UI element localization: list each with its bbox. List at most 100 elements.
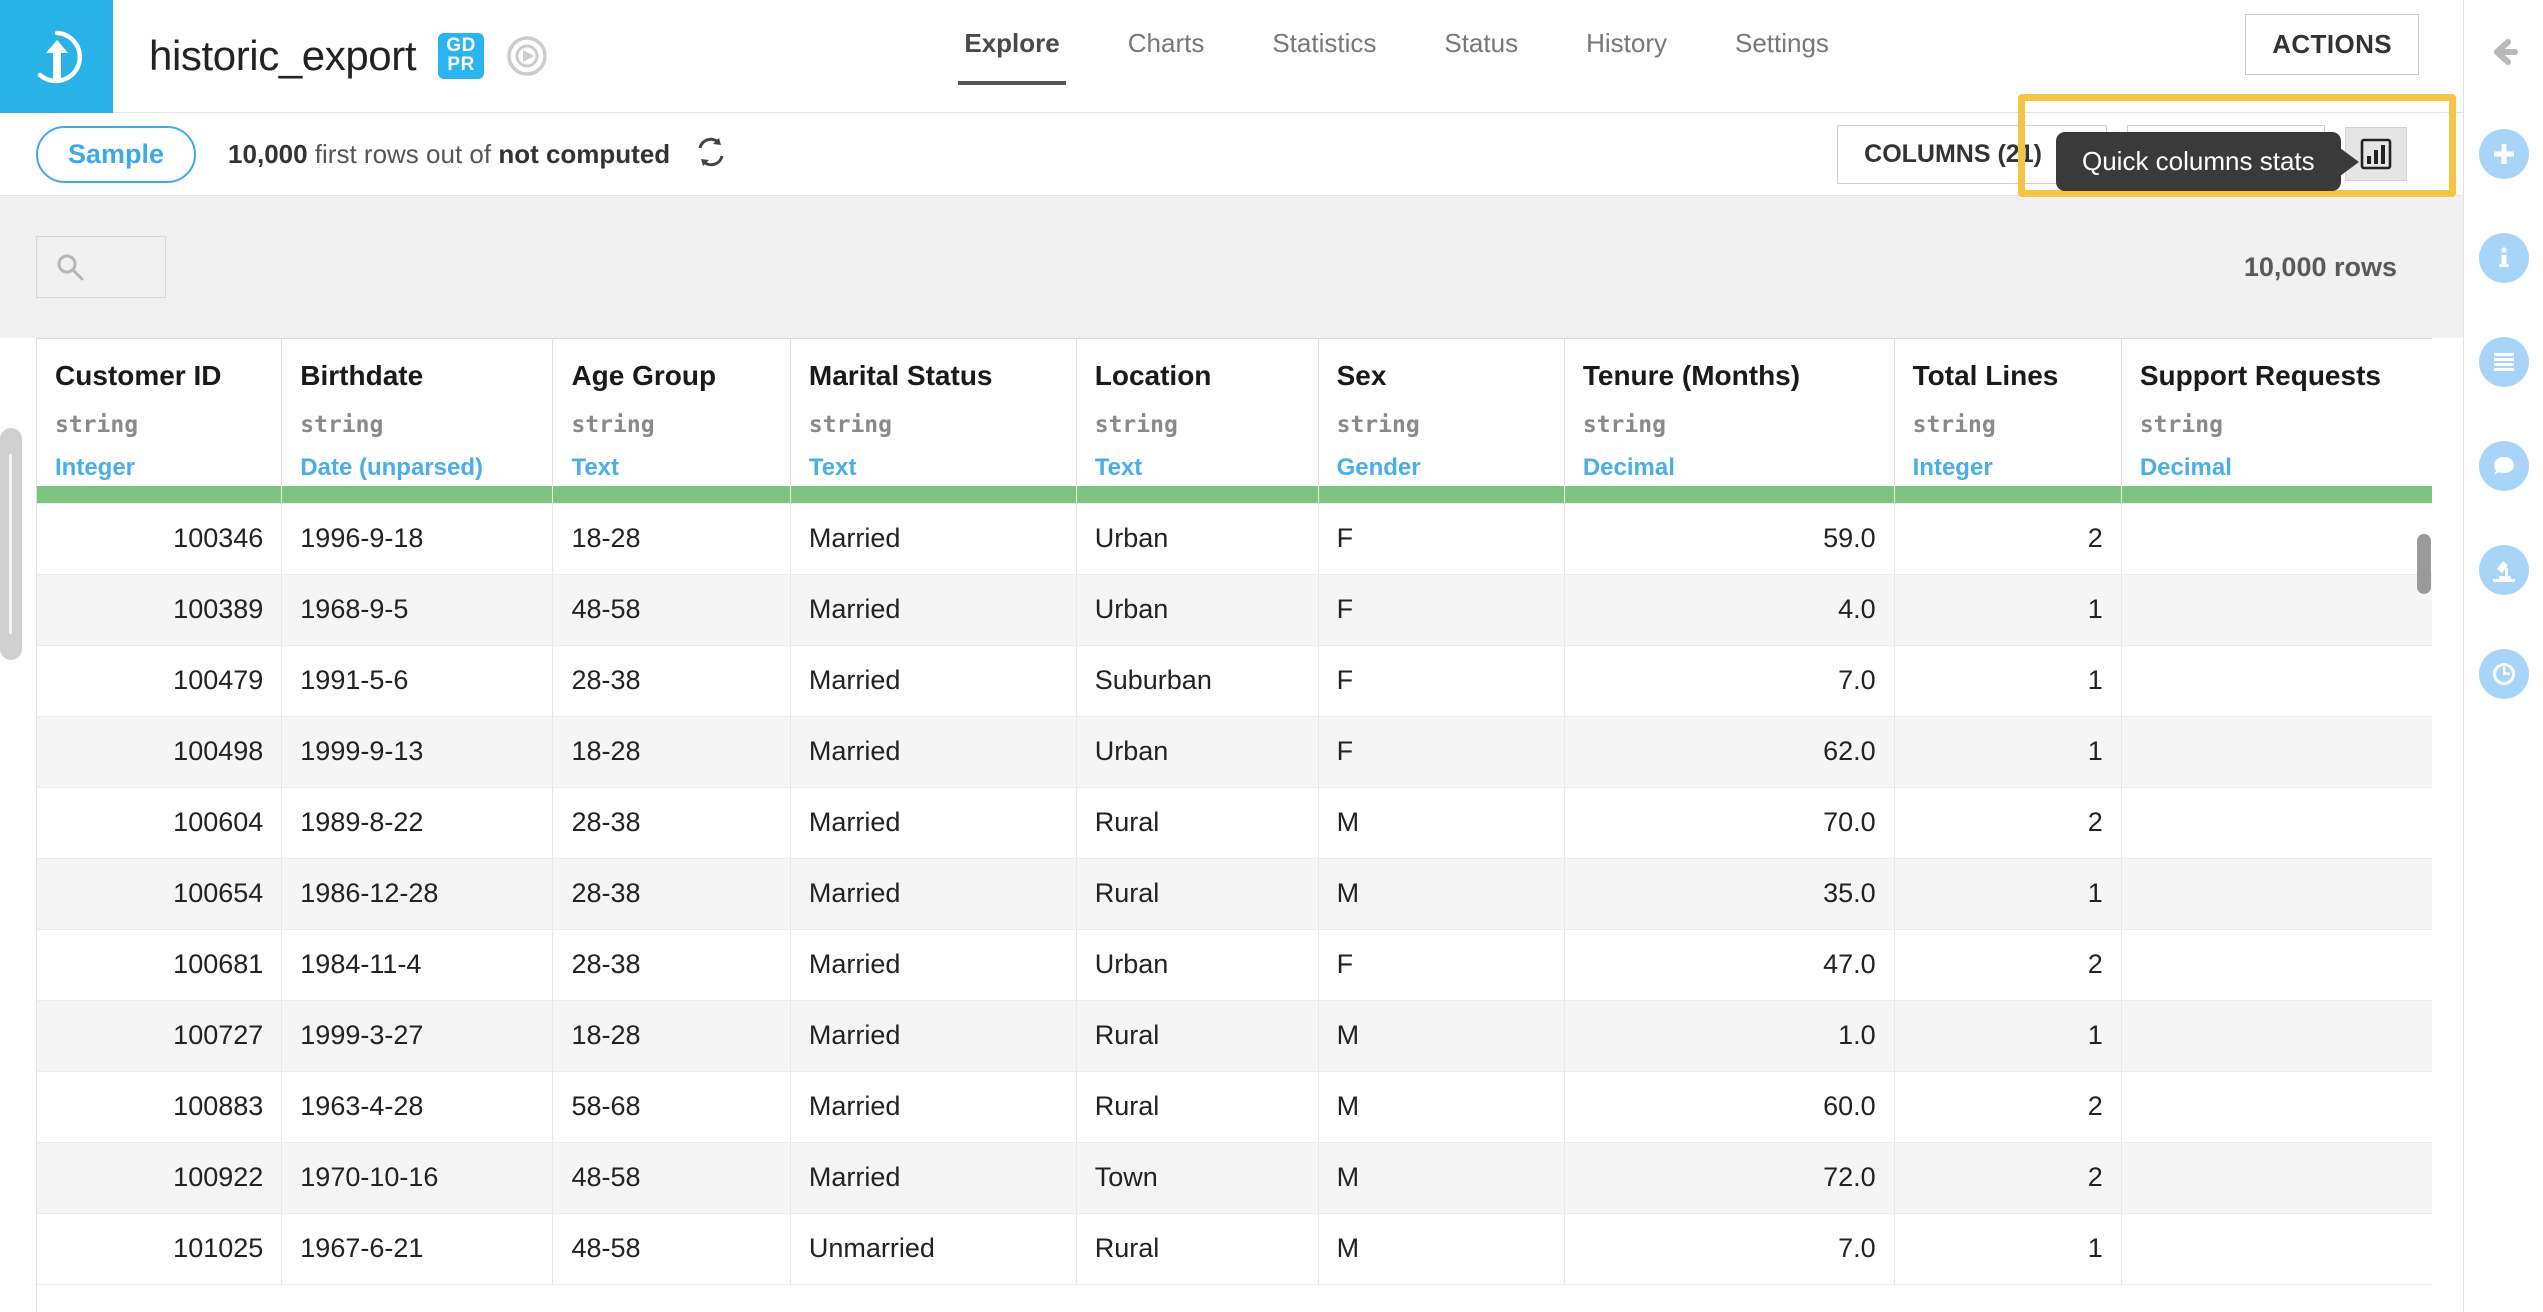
table-cell[interactable]: 1991-5-6 — [281, 645, 554, 717]
tab-status[interactable]: Status — [1410, 28, 1552, 85]
column-meaning[interactable]: Decimal — [1583, 454, 1894, 482]
table-column-header[interactable]: Tenure (Months) string Decimal — [1564, 338, 1895, 486]
table-cell[interactable]: 2 — [1894, 787, 2122, 859]
table-cell[interactable]: Unmarried — [790, 1213, 1077, 1285]
table-cell[interactable]: Married — [790, 1071, 1077, 1143]
table-cell[interactable]: 1 — [1894, 716, 2122, 788]
table-cell[interactable]: Married — [790, 787, 1077, 859]
table-cell[interactable]: 2 — [1894, 1142, 2122, 1214]
sample-toggle-button[interactable]: Sample — [36, 125, 197, 183]
table-cell[interactable] — [2121, 716, 2432, 788]
table-cell[interactable] — [2121, 1142, 2432, 1214]
table-cell[interactable]: M — [1318, 1071, 1565, 1143]
compass-icon[interactable] — [506, 35, 548, 77]
table-cell[interactable]: Married — [790, 858, 1077, 930]
table-cell[interactable]: 101025 — [37, 1213, 283, 1285]
table-cell[interactable]: Married — [790, 645, 1077, 717]
table-row[interactable]: 100727 1999-3-27 18-28 Married Rural M 1.0 1 — [37, 1000, 2432, 1072]
table-cell[interactable]: 2 — [1894, 1071, 2122, 1143]
table-cell[interactable]: 1996-9-18 — [281, 503, 554, 575]
table-cell[interactable]: 1 — [1894, 574, 2122, 646]
app-logo[interactable] — [0, 0, 113, 113]
refresh-icon[interactable] — [694, 135, 728, 174]
table-row[interactable]: 101025 1967-6-21 48-58 Unmarried Rural M 7.0 1 — [37, 1213, 2432, 1285]
table-cell[interactable]: 1 — [1894, 645, 2122, 717]
table-column-header[interactable]: Sex string Gender — [1318, 338, 1565, 486]
table-cell[interactable] — [2121, 1071, 2432, 1143]
table-cell[interactable] — [2121, 929, 2432, 1001]
table-cell[interactable] — [2121, 574, 2432, 646]
table-cell[interactable]: Married — [790, 503, 1077, 575]
table-cell[interactable]: 62.0 — [1564, 716, 1895, 788]
table-cell[interactable]: 48-58 — [552, 574, 791, 646]
table-row[interactable]: 100604 1989-8-22 28-38 Married Rural M 70.0 2 — [37, 787, 2432, 859]
table-cell[interactable]: 48-58 — [552, 1142, 791, 1214]
table-cell[interactable]: 35.0 — [1564, 858, 1895, 930]
table-cell[interactable]: 7.0 — [1564, 1213, 1895, 1285]
table-cell[interactable]: 1 — [1894, 1000, 2122, 1072]
table-cell[interactable]: Married — [790, 574, 1077, 646]
table-cell[interactable]: Rural — [1076, 1000, 1319, 1072]
table-cell[interactable]: Married — [790, 716, 1077, 788]
column-meaning[interactable]: Gender — [1337, 454, 1564, 482]
table-cell[interactable]: 100604 — [37, 787, 283, 859]
tab-statistics[interactable]: Statistics — [1238, 28, 1410, 85]
table-cell[interactable]: 47.0 — [1564, 929, 1895, 1001]
table-cell[interactable]: M — [1318, 1000, 1565, 1072]
table-cell[interactable]: 4.0 — [1564, 574, 1895, 646]
table-cell[interactable]: F — [1318, 929, 1565, 1001]
table-resize-handle[interactable] — [0, 428, 22, 660]
table-cell[interactable]: 70.0 — [1564, 787, 1895, 859]
actions-button[interactable]: ACTIONS — [2245, 14, 2419, 75]
table-cell[interactable]: Urban — [1076, 929, 1319, 1001]
table-cell[interactable]: 1 — [1894, 858, 2122, 930]
column-meaning[interactable]: Text — [1095, 454, 1318, 482]
table-cell[interactable]: 1999-9-13 — [281, 716, 554, 788]
table-cell[interactable]: 100727 — [37, 1000, 283, 1072]
scrollbar-thumb[interactable] — [2417, 534, 2431, 594]
table-cell[interactable]: 1986-12-28 — [281, 858, 554, 930]
table-cell[interactable]: 1999-3-27 — [281, 1000, 554, 1072]
table-cell[interactable]: 100498 — [37, 716, 283, 788]
table-row[interactable]: 100498 1999-9-13 18-28 Married Urban F 62.0 1 — [37, 716, 2432, 788]
table-cell[interactable]: Urban — [1076, 574, 1319, 646]
search-input[interactable] — [36, 236, 166, 298]
table-cell[interactable]: 1963-4-28 — [281, 1071, 554, 1143]
table-cell[interactable]: 59.0 — [1564, 503, 1895, 575]
table-cell[interactable]: F — [1318, 503, 1565, 575]
table-cell[interactable]: 28-38 — [552, 645, 791, 717]
table-column-header[interactable]: Total Lines string Integer — [1894, 338, 2122, 486]
table-cell[interactable]: 1 — [1894, 1213, 2122, 1285]
table-cell[interactable]: Rural — [1076, 787, 1319, 859]
sidebar-item-discussions[interactable] — [2478, 441, 2529, 491]
table-vertical-scrollbar[interactable] — [2417, 338, 2432, 1312]
table-cell[interactable] — [2121, 1213, 2432, 1285]
table-column-header[interactable]: Birthdate string Date (unparsed) — [281, 338, 554, 486]
table-cell[interactable]: Married — [790, 1142, 1077, 1214]
table-cell[interactable]: 1970-10-16 — [281, 1142, 554, 1214]
table-cell[interactable]: 7.0 — [1564, 645, 1895, 717]
table-row[interactable]: 100883 1963-4-28 58-68 Married Rural M 60.0 2 — [37, 1071, 2432, 1143]
table-cell[interactable]: M — [1318, 787, 1565, 859]
sidebar-item-add[interactable] — [2478, 129, 2529, 179]
table-cell[interactable]: 100883 — [37, 1071, 283, 1143]
tab-settings[interactable]: Settings — [1701, 28, 1863, 85]
table-cell[interactable]: 60.0 — [1564, 1071, 1895, 1143]
table-cell[interactable]: 100389 — [37, 574, 283, 646]
table-cell[interactable]: 1984-11-4 — [281, 929, 554, 1001]
sidebar-item-history[interactable] — [2478, 649, 2529, 699]
table-cell[interactable] — [2121, 503, 2432, 575]
table-cell[interactable]: 48-58 — [552, 1213, 791, 1285]
table-cell[interactable]: Married — [790, 929, 1077, 1001]
table-cell[interactable]: 18-28 — [552, 1000, 791, 1072]
table-cell[interactable]: 28-38 — [552, 858, 791, 930]
table-cell[interactable] — [2121, 1000, 2432, 1072]
table-cell[interactable]: Married — [790, 1000, 1077, 1072]
table-cell[interactable]: 18-28 — [552, 503, 791, 575]
table-cell[interactable]: 28-38 — [552, 787, 791, 859]
column-meaning[interactable]: Date (unparsed) — [300, 454, 552, 482]
table-row[interactable]: 100922 1970-10-16 48-58 Married Town M 72.0 2 — [37, 1142, 2432, 1214]
table-cell[interactable]: Suburban — [1076, 645, 1319, 717]
column-meaning[interactable]: Integer — [1913, 454, 2121, 482]
table-cell[interactable]: 1.0 — [1564, 1000, 1895, 1072]
